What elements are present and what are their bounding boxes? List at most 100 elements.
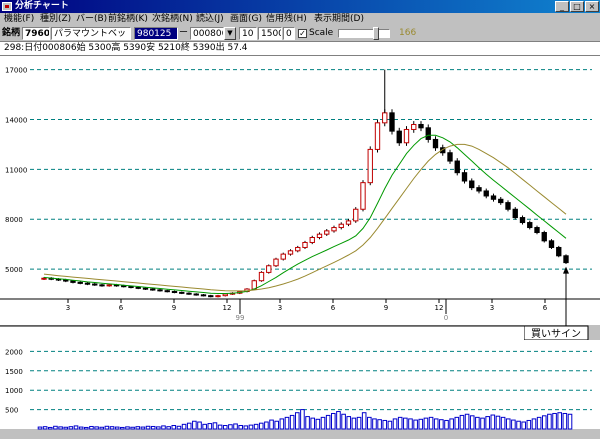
volume-bar: [552, 412, 557, 430]
volume-bar: [372, 418, 377, 430]
candle-body: [258, 271, 265, 282]
volume-bar: [73, 425, 79, 430]
volume-bar: [469, 415, 475, 430]
volume-bar: [279, 418, 285, 430]
close-button[interactable]: ×: [585, 1, 599, 12]
candle-body: [476, 187, 482, 192]
volume-bar: [58, 426, 63, 430]
date-to-field[interactable]: 000806: [190, 27, 224, 40]
year-label: 99: [236, 314, 245, 322]
price-tick-label: 5000: [5, 266, 23, 274]
candle-body: [447, 152, 453, 162]
maximize-button[interactable]: □: [570, 1, 584, 12]
price-tick-label: 11000: [5, 166, 27, 174]
candle-body: [135, 286, 141, 289]
volume-bar: [444, 419, 449, 430]
minimize-button[interactable]: _: [555, 1, 569, 12]
candle-body: [128, 286, 134, 289]
chart-window: 分析チャート _ □ × 機能(F) 種別(Z) バー(B) 前銘柄(K) 次銘…: [0, 0, 600, 439]
slider-value: 166: [399, 28, 417, 38]
title-bar[interactable]: 分析チャート _ □ ×: [0, 0, 600, 13]
menu-margin-balance[interactable]: 信用残(H): [266, 13, 307, 26]
volume-bar: [454, 416, 460, 430]
volume-bar: [228, 424, 233, 430]
volume-bar: [562, 412, 568, 430]
param-field-1[interactable]: 10: [239, 27, 257, 40]
menu-display-period[interactable]: 表示期間(D): [314, 13, 364, 26]
toolbar: 銘柄 7960 パラマウントベッ 980125 ー 000806 ▼ 10 15…: [0, 26, 600, 42]
candle-body: [121, 285, 127, 288]
x-tick-label: 9: [172, 304, 176, 312]
volume-bar: [526, 419, 532, 430]
volume-bar: [104, 425, 110, 430]
volume-bar: [156, 426, 161, 430]
menu-next-stock[interactable]: 次銘柄(N): [152, 13, 193, 26]
volume-bar: [439, 419, 444, 430]
volume-bar: [464, 413, 470, 430]
menu-load[interactable]: 読込(J): [196, 13, 224, 26]
volume-bar: [331, 412, 336, 430]
candle-body: [374, 122, 381, 150]
volume-bar: [181, 423, 187, 430]
candle-body: [171, 291, 178, 294]
candle-body: [302, 241, 308, 248]
volume-bar: [511, 419, 516, 430]
date-from-field[interactable]: 980125: [134, 27, 178, 40]
volume-bar: [217, 424, 223, 430]
candle-body: [367, 148, 373, 184]
menu-screen[interactable]: 画面(G): [230, 13, 262, 26]
menu-type[interactable]: 種別(Z): [40, 13, 71, 26]
volume-bar: [356, 416, 362, 430]
volume-bar: [428, 416, 434, 430]
candle-body: [150, 288, 156, 291]
stock-code-field[interactable]: 7960: [22, 27, 50, 40]
chart-area[interactable]: 5000 8000 11000 14000 17000 3 6 9 12 3 6 9 12 3 6 99 0 買い…: [0, 56, 600, 439]
candle-body: [157, 289, 163, 292]
volume-bar: [315, 418, 321, 430]
chevron-down-icon[interactable]: ▼: [224, 27, 236, 40]
scale-slider[interactable]: [338, 27, 390, 40]
slider-thumb[interactable]: [373, 27, 379, 40]
volume-bar: [505, 418, 511, 430]
volume-bar: [408, 418, 413, 430]
volume-bar: [264, 421, 269, 430]
stock-name-field[interactable]: パラマウントベッ: [51, 27, 131, 40]
volume-bar: [207, 423, 213, 430]
candle-body: [295, 246, 301, 252]
candle-body: [99, 284, 105, 287]
candle-body: [273, 258, 279, 267]
volume-bar: [341, 413, 346, 430]
x-axis-bg: [0, 299, 600, 325]
candle-body: [331, 227, 337, 232]
candle-body: [498, 198, 504, 204]
param-field-2[interactable]: 1500: [258, 27, 282, 40]
volume-bar: [459, 414, 465, 430]
candle-body: [280, 253, 286, 260]
volume-bar: [320, 416, 326, 430]
volume-bar: [495, 415, 501, 430]
check-icon[interactable]: ✓: [298, 29, 307, 38]
volume-bar: [480, 417, 485, 430]
volume-bar: [253, 423, 259, 430]
candle-body: [556, 246, 562, 257]
chart-window-icon[interactable]: [2, 2, 12, 11]
menu-bar-type[interactable]: バー(B): [76, 13, 107, 26]
scale-label: Scale: [309, 28, 334, 38]
candle-body: [425, 127, 431, 140]
volume-panel: 500 1000 1500 2000: [0, 325, 600, 430]
candle-body: [353, 208, 359, 222]
volume-bar: [392, 418, 398, 430]
volume-bar: [521, 421, 526, 430]
candle-body: [266, 265, 272, 273]
candle-body: [512, 208, 518, 219]
param-field-3[interactable]: 0: [283, 27, 295, 40]
volume-bar: [89, 425, 94, 430]
volume-bar: [258, 422, 264, 430]
candle-body: [200, 294, 207, 297]
candle-body: [382, 112, 388, 124]
volume-bar: [500, 416, 506, 430]
menu-prev-stock[interactable]: 前銘柄(K): [108, 13, 148, 26]
menu-function[interactable]: 機能(F): [4, 13, 34, 26]
ohlc-readout: 298:日付000806始 5300高 5390安 5210終 5390出 57…: [4, 43, 248, 53]
volume-panel-bg: [0, 326, 524, 429]
